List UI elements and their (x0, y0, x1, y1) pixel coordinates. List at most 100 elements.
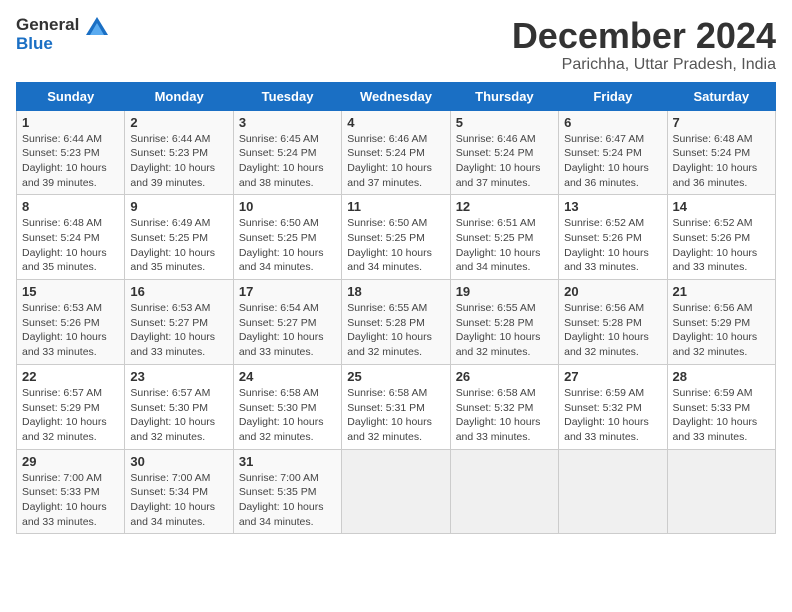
calendar-cell: 3 Sunrise: 6:45 AM Sunset: 5:24 PM Daylig… (233, 110, 341, 195)
day-info: Sunrise: 6:46 AM Sunset: 5:24 PM Dayligh… (347, 132, 444, 191)
title-block: December 2024 Parichha, Uttar Pradesh, I… (512, 16, 776, 74)
day-number: 7 (673, 115, 770, 130)
day-info: Sunrise: 6:58 AM Sunset: 5:30 PM Dayligh… (239, 386, 336, 445)
day-number: 14 (673, 199, 770, 214)
calendar-cell: 13 Sunrise: 6:52 AM Sunset: 5:26 PM Dayli… (559, 195, 667, 280)
day-info: Sunrise: 7:00 AM Sunset: 5:33 PM Dayligh… (22, 471, 119, 530)
day-info: Sunrise: 6:57 AM Sunset: 5:29 PM Dayligh… (22, 386, 119, 445)
calendar-cell: 10Sunrise: 6:50 AM Sunset: 5:25 PM Dayli… (233, 195, 341, 280)
calendar-cell: 22 Sunrise: 6:57 AM Sunset: 5:29 PM Dayli… (17, 364, 125, 449)
day-number: 17 (239, 284, 336, 299)
day-info: Sunrise: 6:50 AM Sunset: 5:25 PM Dayligh… (347, 216, 444, 275)
day-info: Sunrise: 7:00 AM Sunset: 5:34 PM Dayligh… (130, 471, 227, 530)
day-number: 26 (456, 369, 553, 384)
calendar-cell (450, 449, 558, 534)
logo: General Blue (16, 16, 108, 53)
calendar-cell: 27 Sunrise: 6:59 AM Sunset: 5:32 PM Dayli… (559, 364, 667, 449)
day-number: 29 (22, 454, 119, 469)
calendar-cell: 30 Sunrise: 7:00 AM Sunset: 5:34 PM Dayli… (125, 449, 233, 534)
col-wednesday: Wednesday (342, 82, 450, 110)
day-info: Sunrise: 6:48 AM Sunset: 5:24 PM Dayligh… (22, 216, 119, 275)
day-number: 5 (456, 115, 553, 130)
col-sunday: Sunday (17, 82, 125, 110)
day-number: 6 (564, 115, 661, 130)
calendar-cell: 26 Sunrise: 6:58 AM Sunset: 5:32 PM Dayli… (450, 364, 558, 449)
day-number: 13 (564, 199, 661, 214)
day-info: Sunrise: 6:58 AM Sunset: 5:32 PM Dayligh… (456, 386, 553, 445)
day-number: 22 (22, 369, 119, 384)
calendar-cell: 8Sunrise: 6:48 AM Sunset: 5:24 PM Daylig… (17, 195, 125, 280)
day-number: 4 (347, 115, 444, 130)
day-number: 20 (564, 284, 661, 299)
calendar-cell: 4 Sunrise: 6:46 AM Sunset: 5:24 PM Daylig… (342, 110, 450, 195)
calendar-cell: 17Sunrise: 6:54 AM Sunset: 5:27 PM Dayli… (233, 280, 341, 365)
calendar-cell: 6 Sunrise: 6:47 AM Sunset: 5:24 PM Daylig… (559, 110, 667, 195)
calendar-week-row: 15 Sunrise: 6:53 AM Sunset: 5:26 PM Dayli… (17, 280, 776, 365)
day-number: 31 (239, 454, 336, 469)
calendar-cell: 2Sunrise: 6:44 AM Sunset: 5:23 PM Daylig… (125, 110, 233, 195)
calendar-cell: 11 Sunrise: 6:50 AM Sunset: 5:25 PM Dayli… (342, 195, 450, 280)
day-number: 23 (130, 369, 227, 384)
day-info: Sunrise: 6:44 AM Sunset: 5:23 PM Dayligh… (22, 132, 119, 191)
calendar-cell: 24 Sunrise: 6:58 AM Sunset: 5:30 PM Dayli… (233, 364, 341, 449)
calendar-cell: 31 Sunrise: 7:00 AM Sunset: 5:35 PM Dayli… (233, 449, 341, 534)
day-number: 30 (130, 454, 227, 469)
day-number: 12 (456, 199, 553, 214)
calendar-cell: 5Sunrise: 6:46 AM Sunset: 5:24 PM Daylig… (450, 110, 558, 195)
col-saturday: Saturday (667, 82, 775, 110)
calendar-cell: 21Sunrise: 6:56 AM Sunset: 5:29 PM Dayli… (667, 280, 775, 365)
day-number: 18 (347, 284, 444, 299)
calendar-cell (559, 449, 667, 534)
calendar-table: Sunday Monday Tuesday Wednesday Thursday… (16, 82, 776, 535)
day-info: Sunrise: 6:53 AM Sunset: 5:27 PM Dayligh… (130, 301, 227, 360)
day-number: 27 (564, 369, 661, 384)
day-number: 15 (22, 284, 119, 299)
day-info: Sunrise: 6:57 AM Sunset: 5:30 PM Dayligh… (130, 386, 227, 445)
day-info: Sunrise: 6:48 AM Sunset: 5:24 PM Dayligh… (673, 132, 770, 191)
day-info: Sunrise: 6:58 AM Sunset: 5:31 PM Dayligh… (347, 386, 444, 445)
calendar-cell: 14Sunrise: 6:52 AM Sunset: 5:26 PM Dayli… (667, 195, 775, 280)
day-number: 19 (456, 284, 553, 299)
day-number: 21 (673, 284, 770, 299)
calendar-week-row: 29 Sunrise: 7:00 AM Sunset: 5:33 PM Dayli… (17, 449, 776, 534)
calendar-cell: 19 Sunrise: 6:55 AM Sunset: 5:28 PM Dayli… (450, 280, 558, 365)
day-number: 28 (673, 369, 770, 384)
day-info: Sunrise: 6:55 AM Sunset: 5:28 PM Dayligh… (347, 301, 444, 360)
calendar-cell: 9Sunrise: 6:49 AM Sunset: 5:25 PM Daylig… (125, 195, 233, 280)
calendar-week-row: 1Sunrise: 6:44 AM Sunset: 5:23 PM Daylig… (17, 110, 776, 195)
col-thursday: Thursday (450, 82, 558, 110)
calendar-cell: 15 Sunrise: 6:53 AM Sunset: 5:26 PM Dayli… (17, 280, 125, 365)
day-info: Sunrise: 7:00 AM Sunset: 5:35 PM Dayligh… (239, 471, 336, 530)
day-info: Sunrise: 6:59 AM Sunset: 5:33 PM Dayligh… (673, 386, 770, 445)
day-number: 24 (239, 369, 336, 384)
day-number: 16 (130, 284, 227, 299)
page-header: General Blue December 2024 Parichha, Utt… (16, 16, 776, 74)
calendar-cell: 28 Sunrise: 6:59 AM Sunset: 5:33 PM Dayli… (667, 364, 775, 449)
day-info: Sunrise: 6:49 AM Sunset: 5:25 PM Dayligh… (130, 216, 227, 275)
day-info: Sunrise: 6:50 AM Sunset: 5:25 PM Dayligh… (239, 216, 336, 275)
calendar-cell: 25 Sunrise: 6:58 AM Sunset: 5:31 PM Dayli… (342, 364, 450, 449)
calendar-week-row: 22 Sunrise: 6:57 AM Sunset: 5:29 PM Dayli… (17, 364, 776, 449)
calendar-cell: 23 Sunrise: 6:57 AM Sunset: 5:30 PM Dayli… (125, 364, 233, 449)
day-info: Sunrise: 6:52 AM Sunset: 5:26 PM Dayligh… (564, 216, 661, 275)
subtitle: Parichha, Uttar Pradesh, India (512, 56, 776, 74)
calendar-cell: 7 Sunrise: 6:48 AM Sunset: 5:24 PM Daylig… (667, 110, 775, 195)
col-friday: Friday (559, 82, 667, 110)
col-tuesday: Tuesday (233, 82, 341, 110)
day-info: Sunrise: 6:55 AM Sunset: 5:28 PM Dayligh… (456, 301, 553, 360)
main-title: December 2024 (512, 16, 776, 56)
day-number: 2 (130, 115, 227, 130)
day-number: 3 (239, 115, 336, 130)
calendar-cell (342, 449, 450, 534)
day-info: Sunrise: 6:47 AM Sunset: 5:24 PM Dayligh… (564, 132, 661, 191)
header-row: Sunday Monday Tuesday Wednesday Thursday… (17, 82, 776, 110)
calendar-week-row: 8Sunrise: 6:48 AM Sunset: 5:24 PM Daylig… (17, 195, 776, 280)
day-info: Sunrise: 6:59 AM Sunset: 5:32 PM Dayligh… (564, 386, 661, 445)
day-number: 25 (347, 369, 444, 384)
day-info: Sunrise: 6:53 AM Sunset: 5:26 PM Dayligh… (22, 301, 119, 360)
calendar-cell: 29 Sunrise: 7:00 AM Sunset: 5:33 PM Dayli… (17, 449, 125, 534)
day-number: 11 (347, 199, 444, 214)
day-info: Sunrise: 6:45 AM Sunset: 5:24 PM Dayligh… (239, 132, 336, 191)
day-info: Sunrise: 6:56 AM Sunset: 5:28 PM Dayligh… (564, 301, 661, 360)
calendar-cell: 12Sunrise: 6:51 AM Sunset: 5:25 PM Dayli… (450, 195, 558, 280)
